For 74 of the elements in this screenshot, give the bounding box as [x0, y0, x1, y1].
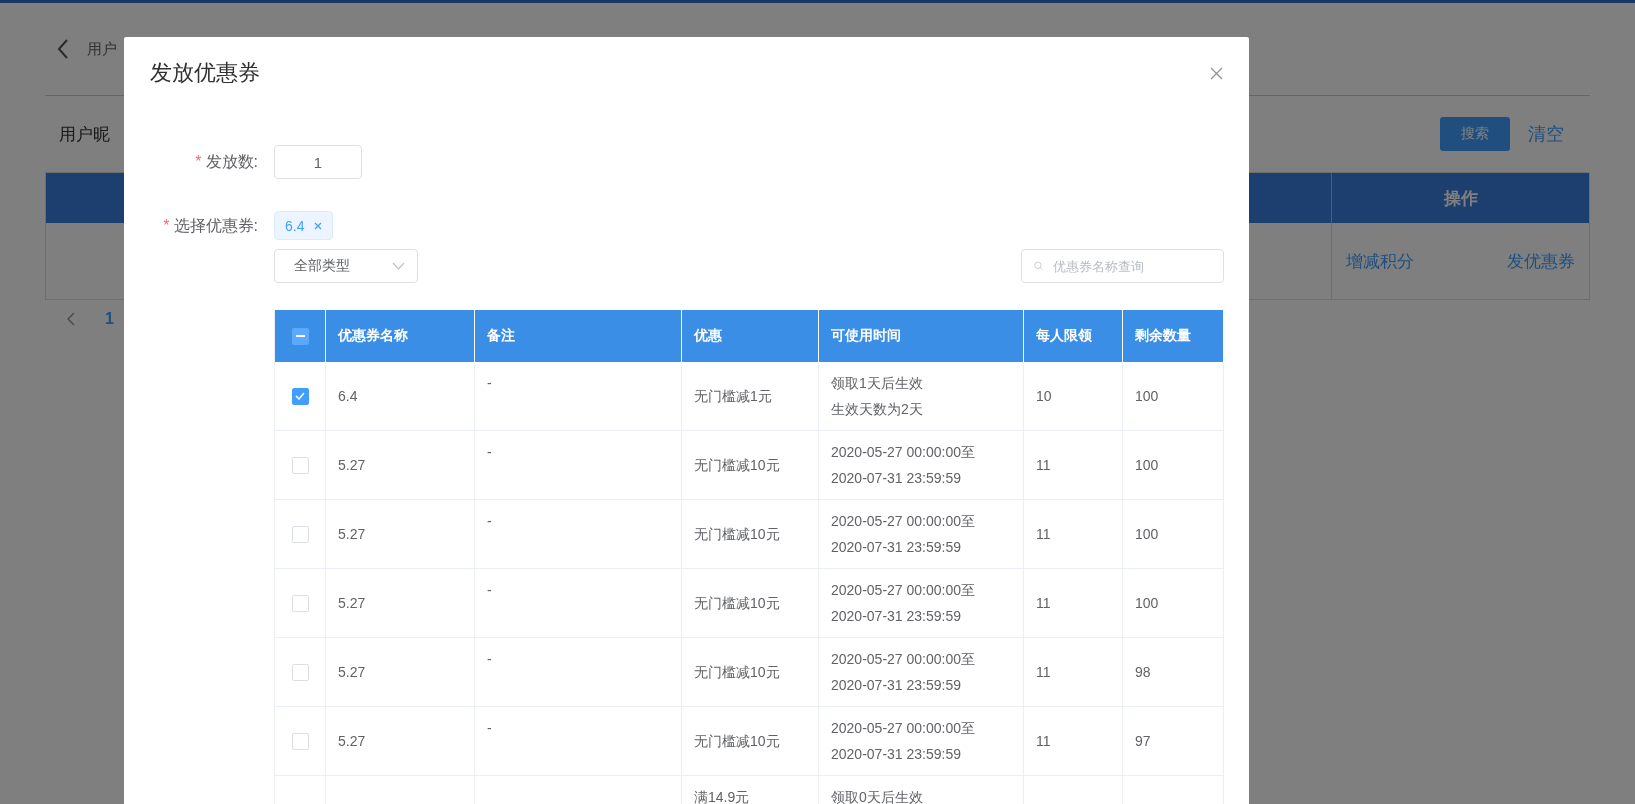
clear-link[interactable]: 清空 — [1528, 122, 1564, 146]
column-header: 操作 — [1331, 173, 1589, 223]
table-cell-text: 领取1天后生效 — [831, 374, 924, 393]
table-cell-text: 无门槛减1元 — [694, 387, 773, 406]
search-button[interactable]: 搜索 — [1440, 117, 1510, 151]
table-cell-text: 2020-05-27 00:00:00至 — [831, 719, 976, 738]
table-cell-text: 5.27 — [338, 525, 367, 544]
table-cell-text: 100 — [1135, 594, 1160, 613]
table-cell-text: - — [487, 374, 493, 393]
table-cell-text: 11 — [1036, 663, 1052, 682]
coupon-tag[interactable]: 6.4 — [274, 211, 334, 240]
table-cell-text: 领取0天后生效 — [831, 788, 924, 804]
table-cell-text: 无门槛减10元 — [694, 525, 781, 544]
table-cell-text: 5.27 — [338, 456, 367, 475]
table-cell-text: 无门槛减10元 — [694, 456, 781, 475]
table-cell-text: 无门槛减10元 — [694, 594, 781, 613]
field-label: * 发放数: — [194, 152, 258, 172]
table-cell-text: 2020-05-27 00:00:00至 — [831, 443, 976, 462]
column-header: 优惠 — [682, 310, 819, 362]
table-cell-text: 11 — [1036, 525, 1052, 544]
dialog-title: 发放优惠券 — [150, 59, 260, 87]
search-icon — [1034, 259, 1043, 273]
quantity-input[interactable]: 1 — [274, 145, 362, 179]
table-cell-text: 5.27 — [338, 732, 367, 751]
select-all-checkbox[interactable] — [291, 327, 309, 345]
table-cell-text: 2020-05-27 00:00:00至 — [831, 581, 976, 600]
table-cell-text: 100 — [1135, 456, 1160, 475]
chevron-down-icon — [392, 262, 405, 270]
column-header: 可使用时间 — [819, 310, 1024, 362]
table-cell-text: 100 — [1135, 525, 1160, 544]
table-cell-text: 10 — [1036, 387, 1053, 406]
field-label: * 选择优惠券: — [162, 216, 258, 236]
table-cell-text: 100 — [1135, 387, 1160, 406]
table-cell-text: 11 — [1036, 594, 1052, 613]
table-cell-text: 2020-07-31 23:59:59 — [831, 745, 962, 764]
check-icon — [295, 392, 305, 400]
table-cell-text: 2020-07-31 23:59:59 — [831, 469, 962, 488]
table-cell-text: 5.27 — [338, 663, 367, 682]
close-icon[interactable] — [1210, 66, 1223, 80]
table-cell-text: - — [487, 650, 493, 669]
table-cell-text: 无门槛减10元 — [694, 732, 781, 751]
table-cell-text: 5.27 — [338, 594, 367, 613]
page-title: 用户 — [87, 39, 117, 59]
table-cell-text: 2020-07-31 23:59:59 — [831, 607, 962, 626]
table-cell-text: 满14.9元 — [694, 788, 751, 804]
table-cell-text: 无门槛减10元 — [694, 663, 781, 682]
type-select[interactable]: 全部类型 — [274, 249, 418, 283]
table-cell-text: 6.4 — [338, 387, 359, 406]
coupon-search-field[interactable]: 优惠券名称查询 — [1021, 249, 1224, 283]
table-cell-text: - — [487, 719, 493, 738]
table-cell-text: 11 — [1036, 456, 1052, 475]
table-cell-text: - — [487, 512, 493, 531]
table-cell-text: 98 — [1135, 663, 1152, 682]
action-link[interactable]: 增减积分 — [1346, 249, 1414, 273]
column-header: 优惠券名称 — [326, 310, 475, 362]
table-cell-text: 11 — [1036, 732, 1052, 751]
table-cell-text: 2020-07-31 23:59:59 — [831, 538, 962, 557]
column-header: 每人限领 — [1024, 310, 1123, 362]
row-checkbox[interactable] — [291, 387, 309, 405]
table-cell-text: - — [487, 581, 493, 600]
table-cell-text: 生效天数为2天 — [831, 400, 924, 419]
close-icon[interactable] — [314, 221, 323, 230]
minus-icon — [295, 335, 305, 337]
column-header: 备注 — [475, 310, 682, 362]
column-header: 剩余数量 — [1123, 310, 1224, 362]
action-link[interactable]: 发优惠券 — [1507, 249, 1575, 273]
table-cell-text: 97 — [1135, 732, 1152, 751]
filter-label: 用户昵 — [59, 123, 110, 146]
previous-page-icon[interactable] — [67, 312, 75, 326]
table-cell-text: - — [487, 443, 493, 462]
table-cell-text: 2020-07-31 23:59:59 — [831, 676, 962, 695]
table-cell-text: 2020-05-27 00:00:00至 — [831, 650, 976, 669]
page-number[interactable]: 1 — [105, 310, 114, 328]
table-cell-text: 2020-05-27 00:00:00至 — [831, 512, 976, 531]
